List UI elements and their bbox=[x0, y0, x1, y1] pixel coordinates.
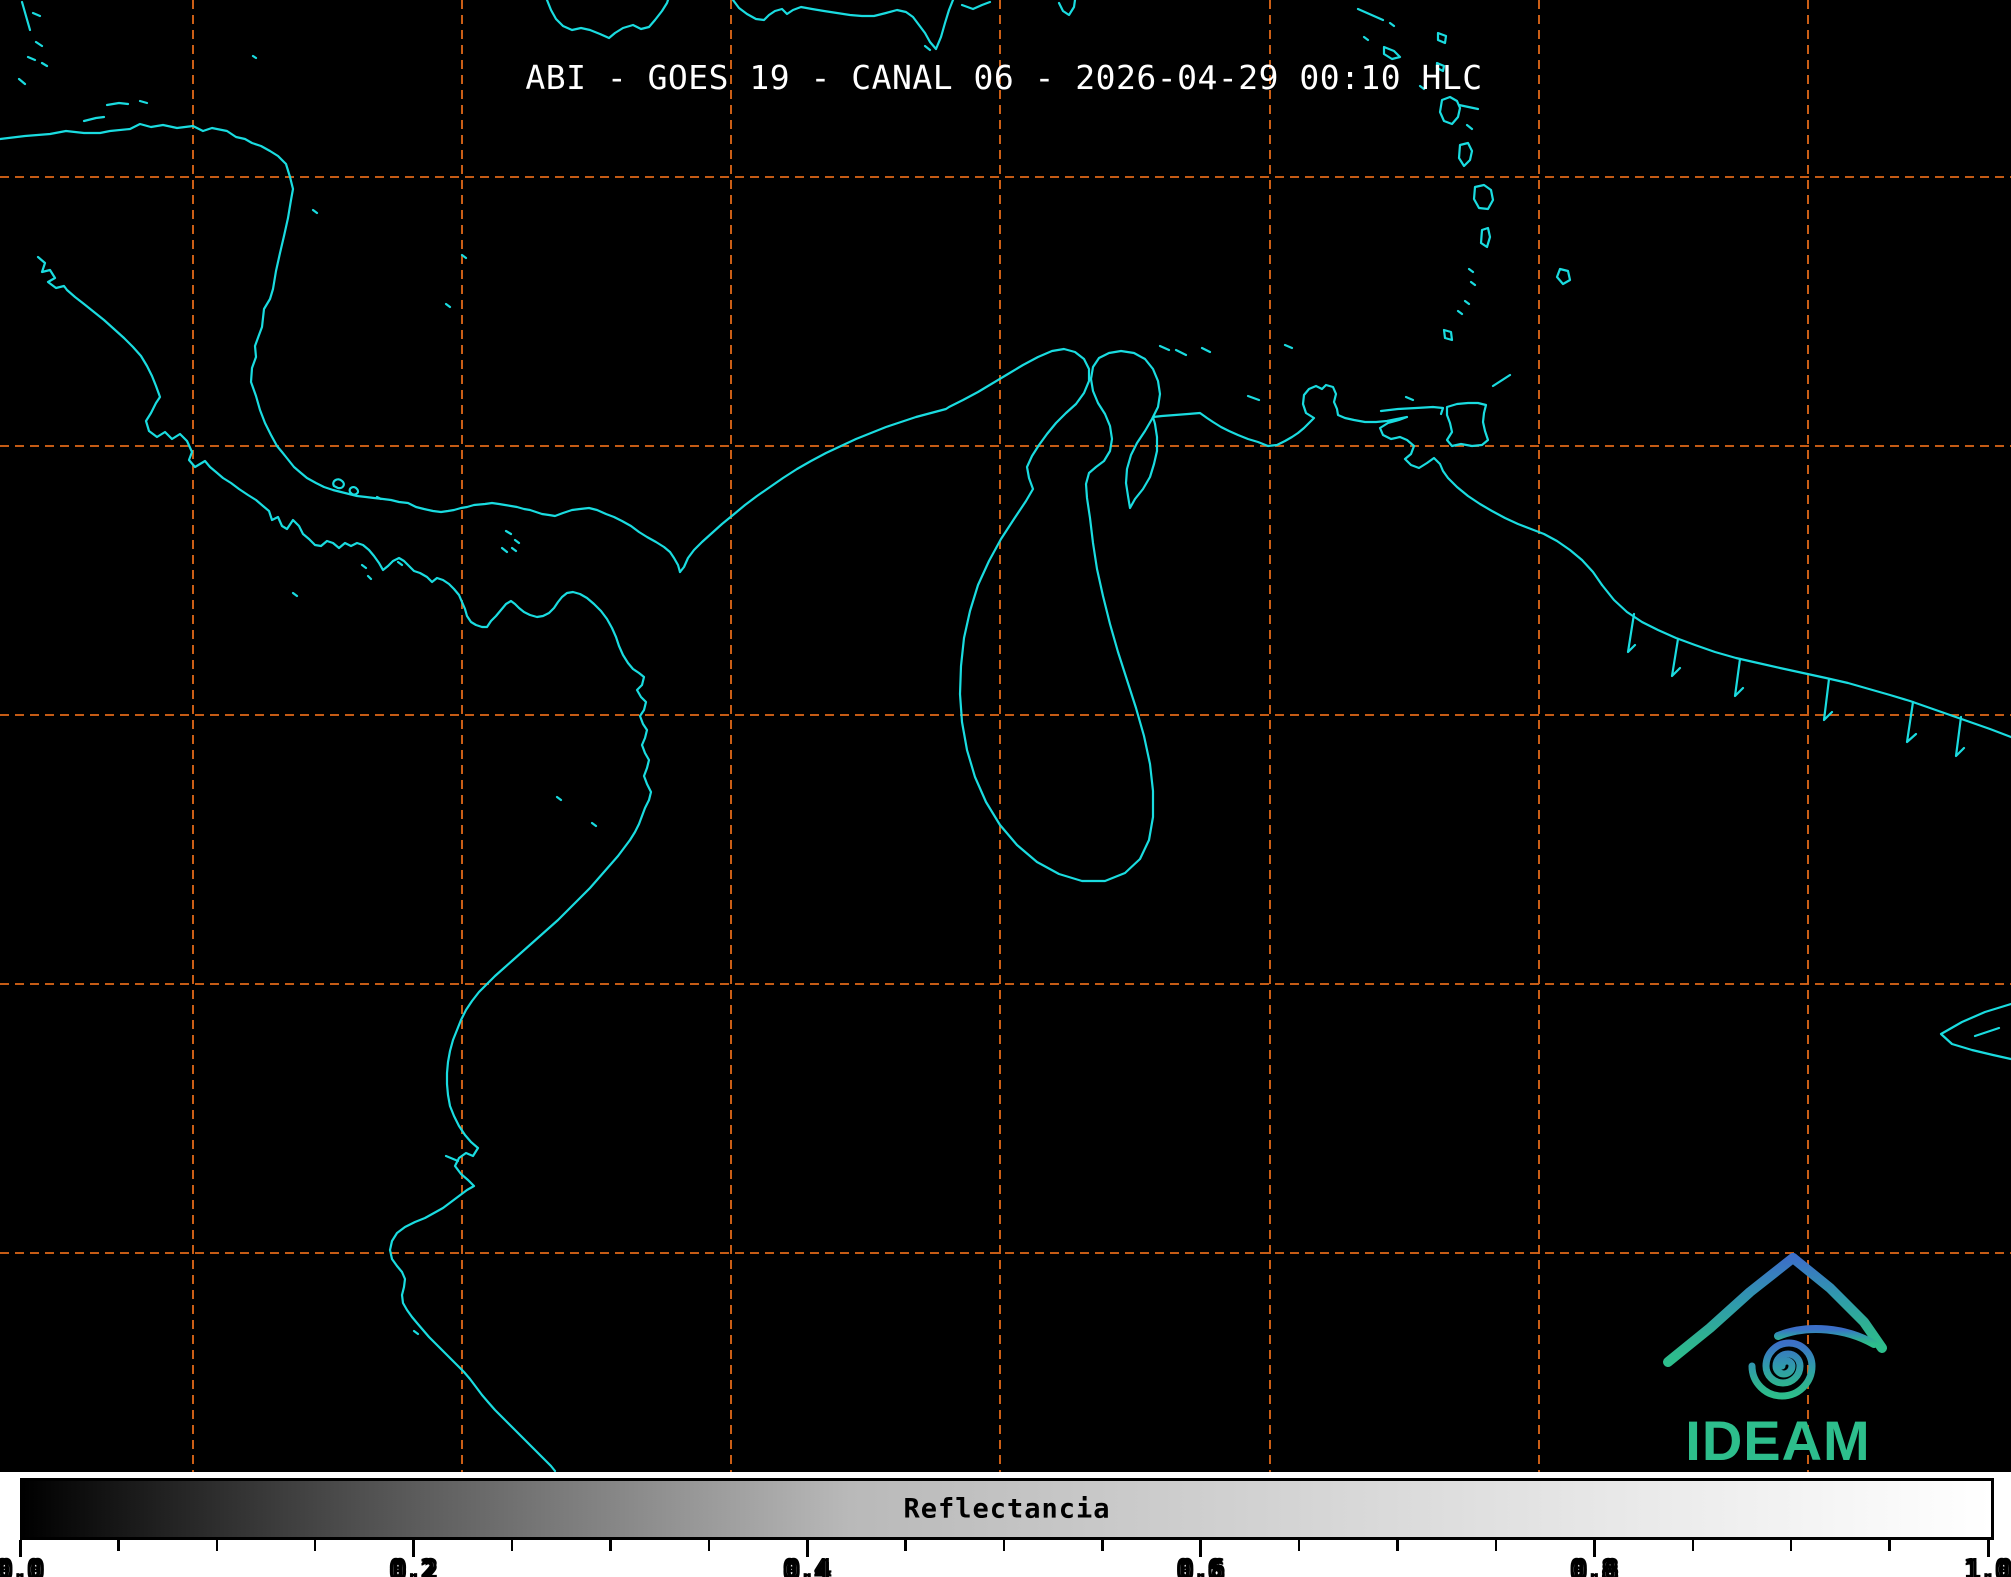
ideam-logo: IDEAM bbox=[1663, 1253, 1887, 1472]
colorbar-major-tick bbox=[18, 1540, 22, 1557]
colorbar-gradient: Reflectancia bbox=[20, 1478, 1994, 1540]
coastline-paria bbox=[1379, 405, 1445, 416]
ideam-logo-text: IDEAM bbox=[1685, 1409, 1870, 1472]
logo-spiral bbox=[1748, 1339, 1816, 1400]
satellite-map: ABI - GOES 19 - CANAL 06 - 2026-04-29 00… bbox=[0, 0, 2011, 1472]
islands-abc bbox=[1158, 343, 1415, 402]
colorbar-tick-label: 0.6 bbox=[1176, 1555, 1225, 1577]
island-trinidad bbox=[1445, 401, 1490, 448]
colorbar-minor-tick bbox=[117, 1540, 120, 1551]
colorbar-tick-label: 0.2 bbox=[389, 1555, 438, 1577]
coastline-hispaniola bbox=[731, 0, 1077, 52]
colorbar-minor-tick bbox=[1691, 1540, 1695, 1551]
colorbar-minor-tick bbox=[707, 1540, 711, 1551]
colorbar-minor-tick bbox=[1396, 1540, 1399, 1551]
colorbar-major-tick bbox=[412, 1540, 416, 1557]
colorbar-tick-label: 0.0 bbox=[0, 1555, 45, 1577]
colorbar-minor-tick bbox=[215, 1540, 219, 1551]
ideam-logo-mark bbox=[1663, 1253, 1887, 1400]
islands-small-dots bbox=[291, 208, 598, 1336]
colorbar-major-tick bbox=[1199, 1540, 1203, 1557]
coastline-yucatan-fragments bbox=[17, 0, 258, 123]
colorbar-minor-tick bbox=[609, 1540, 612, 1551]
river-mouth-spurs bbox=[1626, 612, 1966, 758]
colorbar-tick-label: 1.0 bbox=[1963, 1555, 2011, 1577]
coastline-amazon-corner bbox=[1939, 1002, 2011, 1061]
colorbar-minor-tick bbox=[904, 1540, 907, 1551]
colorbar-minor-tick bbox=[510, 1540, 514, 1551]
colorbar-minor-tick bbox=[1297, 1540, 1301, 1551]
island-tobago bbox=[1491, 373, 1512, 388]
colorbar-minor-tick bbox=[1789, 1540, 1793, 1551]
colorbar-major-tick bbox=[1986, 1540, 1990, 1557]
colorbar-minor-tick bbox=[313, 1540, 317, 1551]
coastline-central-america-caribbean bbox=[0, 122, 682, 574]
colorbar-tick-label: 0.8 bbox=[1570, 1555, 1619, 1577]
colorbar-major-tick bbox=[1592, 1540, 1596, 1557]
colorbar-tick-label: 0.4 bbox=[783, 1555, 832, 1577]
colorbar-area: Reflectancia 0.0 0.2 0.4 0.6 0.8 1.0 bbox=[0, 1472, 2011, 1577]
colorbar-major-tick bbox=[805, 1540, 809, 1557]
map-title: ABI - GOES 19 - CANAL 06 - 2026-04-29 00… bbox=[525, 58, 1483, 97]
colorbar-minor-tick bbox=[1002, 1540, 1006, 1551]
coastline-colombia-venezuela-caribbean bbox=[678, 347, 1604, 883]
colorbar-minor-tick bbox=[1101, 1540, 1104, 1551]
colorbar-minor-tick bbox=[1494, 1540, 1498, 1551]
figure: ABI - GOES 19 - CANAL 06 - 2026-04-29 00… bbox=[0, 0, 2011, 1577]
colorbar-label: Reflectancia bbox=[903, 1493, 1111, 1525]
coastline-jamaica bbox=[545, 0, 670, 40]
coastline-pacific bbox=[36, 255, 653, 1472]
colorbar-minor-tick bbox=[1888, 1540, 1891, 1551]
